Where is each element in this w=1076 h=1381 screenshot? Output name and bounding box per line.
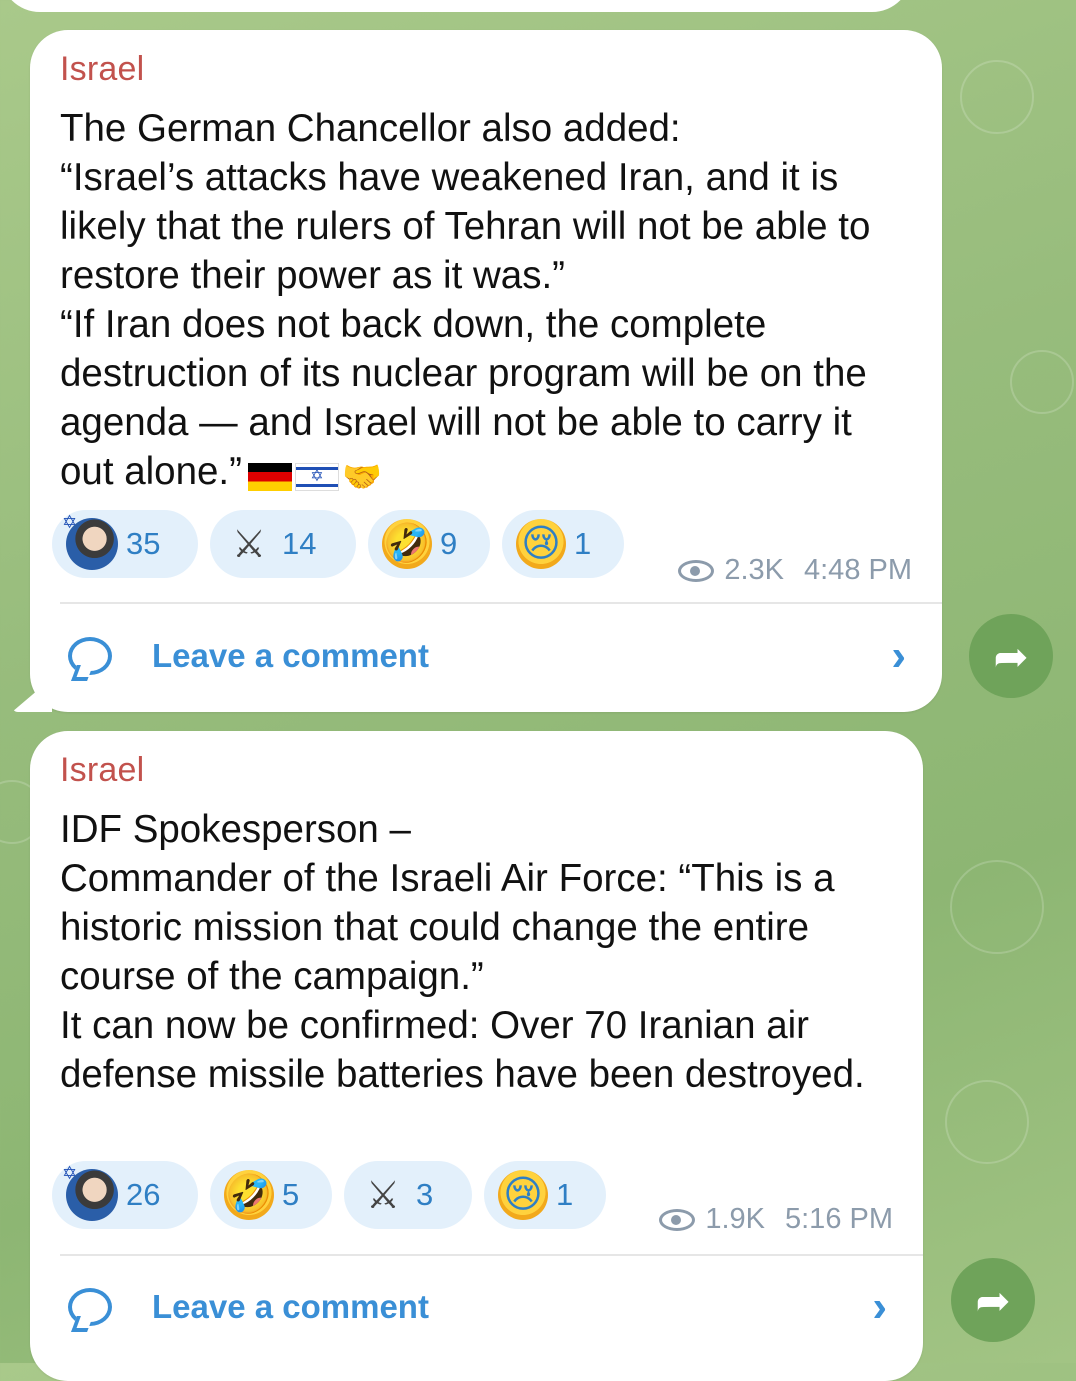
share-arrow-icon: ➦ <box>993 632 1029 680</box>
background-doodle <box>960 60 1034 134</box>
reaction-pill[interactable]: 🤣 9 <box>368 510 490 578</box>
post-text-body: The German Chancellor also added: “Israe… <box>60 107 871 493</box>
reaction-pill[interactable]: 🤣 5 <box>210 1161 332 1229</box>
chevron-right-icon: › <box>872 1282 887 1331</box>
chevron-right-icon: › <box>891 631 906 680</box>
crossed-knives-icon: ⚔ <box>231 523 267 566</box>
flag-germany-icon <box>247 462 292 491</box>
reaction-pill[interactable]: 35 <box>52 510 198 578</box>
divider <box>60 602 942 604</box>
reaction-pill[interactable]: 26 <box>52 1161 198 1229</box>
background-doodle <box>950 860 1044 954</box>
post-author[interactable]: Israel <box>60 751 144 790</box>
avatar-reaction-icon <box>62 1163 118 1221</box>
crying-face-icon: 😢 <box>498 1170 548 1220</box>
post-text: The German Chancellor also added: “Israe… <box>60 104 910 501</box>
reaction-count: 9 <box>440 526 458 561</box>
eye-icon <box>678 559 715 582</box>
view-count: 2.3K <box>724 554 784 586</box>
background-doodle <box>945 1080 1029 1164</box>
rofl-emoji-icon: 🤣 <box>224 1170 274 1220</box>
channel-post: Israel IDF Spokesperson – Commander of t… <box>30 731 923 1381</box>
previous-message-bubble <box>0 0 912 12</box>
bubble-tail <box>12 678 52 712</box>
reaction-count: 1 <box>556 1177 574 1212</box>
post-text-body: IDF Spokesperson – Commander of the Isra… <box>60 808 865 1096</box>
reaction-count: 26 <box>126 1177 161 1212</box>
handshake-icon: 🤝 <box>341 458 382 495</box>
reactions-bar: 35 ⚔ 14 🤣 9 😢 1 <box>52 510 624 578</box>
comment-label: Leave a comment <box>152 1288 429 1325</box>
share-arrow-icon: ➦ <box>975 1276 1011 1324</box>
crying-face-icon: 😢 <box>516 519 566 569</box>
reaction-pill[interactable]: 😢 1 <box>502 510 624 578</box>
post-time: 4:48 PM <box>804 554 912 586</box>
reaction-pill[interactable]: 😢 1 <box>484 1161 606 1229</box>
comment-bubble-icon <box>68 637 112 675</box>
reaction-pill[interactable]: ⚔ 14 <box>210 510 356 578</box>
reactions-bar: 26 🤣 5 ⚔ 3 😢 1 <box>52 1161 606 1229</box>
reaction-count: 3 <box>416 1177 434 1212</box>
post-author[interactable]: Israel <box>60 50 144 89</box>
reaction-count: 14 <box>282 526 317 561</box>
post-meta: 1.9K 5:16 PM <box>659 1203 893 1236</box>
eye-icon <box>659 1208 696 1231</box>
channel-post: Israel The German Chancellor also added:… <box>12 30 942 712</box>
crossed-knives-icon: ⚔ <box>365 1174 401 1217</box>
comment-bubble-icon <box>68 1288 112 1326</box>
leave-comment-button[interactable]: Leave a comment › <box>68 626 906 686</box>
view-count: 1.9K <box>705 1203 765 1235</box>
share-button[interactable]: ➦ <box>969 614 1053 698</box>
reaction-count: 35 <box>126 526 161 561</box>
reaction-count: 1 <box>574 526 592 561</box>
divider <box>60 1254 923 1256</box>
reaction-pill[interactable]: ⚔ 3 <box>344 1161 472 1229</box>
background-doodle <box>1010 350 1074 414</box>
comment-label: Leave a comment <box>152 637 429 674</box>
post-text: IDF Spokesperson – Commander of the Isra… <box>60 805 910 1099</box>
flag-israel-icon <box>294 462 339 491</box>
rofl-emoji-icon: 🤣 <box>382 519 432 569</box>
reaction-count: 5 <box>282 1177 300 1212</box>
post-meta: 2.3K 4:48 PM <box>678 554 912 587</box>
share-button[interactable]: ➦ <box>951 1258 1035 1342</box>
leave-comment-button[interactable]: Leave a comment › <box>68 1277 887 1337</box>
trailing-emoji: 🤝 <box>247 450 382 501</box>
avatar-reaction-icon <box>62 512 118 570</box>
post-time: 5:16 PM <box>785 1203 893 1235</box>
